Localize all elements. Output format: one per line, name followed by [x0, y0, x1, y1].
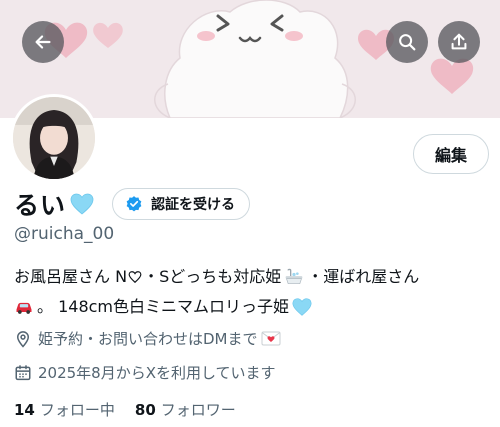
get-verified-label: 認証を受ける [151, 197, 236, 213]
love-letter-icon [261, 331, 281, 346]
following-label: フォロー中 [39, 401, 115, 419]
followers-label: フォロワー [160, 401, 236, 419]
name-row: るい 認証を受ける [14, 186, 251, 222]
share-button[interactable] [438, 21, 480, 63]
display-name: るい [14, 191, 67, 220]
light-blue-heart-icon [292, 297, 312, 317]
bio-text-1c: ・運ばれ屋さん [307, 267, 420, 286]
share-icon [451, 33, 467, 50]
joined-date-row: 2025年8月からXを利用しています [14, 362, 276, 383]
avatar[interactable] [10, 94, 98, 182]
bio-text-2a: 。 148cm色白ミニマムロリっ子姫 [37, 297, 290, 316]
followers-count: 80 [134, 400, 156, 419]
edit-profile-button[interactable]: 編集 [413, 134, 489, 174]
bio-text-1a: お風呂屋さん N [14, 267, 128, 286]
following-count: 14 [14, 400, 35, 419]
get-verified-button[interactable]: 認証を受ける [112, 188, 251, 220]
bio-line-1: お風呂屋さん N ・Sどっちも対応姫 ・運ばれ屋さん [14, 262, 490, 292]
follow-stats: 14 フォロー中 80 フォロワー [14, 399, 236, 420]
bio-line-2: 。 148cm色白ミニマムロリっ子姫 [14, 292, 490, 322]
search-button[interactable] [386, 21, 428, 63]
joined-date-text: 2025年8月からXを利用しています [38, 364, 276, 382]
verified-badge-icon [126, 196, 142, 212]
location-text: 姫予約・お問い合わせはDMまで [38, 330, 258, 348]
followers-link[interactable]: 80 フォロワー [135, 399, 236, 420]
heart-outline-icon [128, 270, 142, 284]
calendar-icon [14, 364, 32, 382]
edit-profile-label: 編集 [434, 146, 467, 165]
bathtub-icon [284, 267, 304, 287]
arrow-left-icon [35, 35, 51, 49]
profile-bio: お風呂屋さん N ・Sどっちも対応姫 ・運ばれ屋さん 。 148cm色白ミニマム… [14, 262, 490, 322]
red-car-icon [14, 297, 34, 317]
location-row: 姫予約・お問い合わせはDMまで [14, 328, 281, 349]
bio-text-1b: ・Sどっちも対応姫 [143, 267, 282, 286]
following-link[interactable]: 14 フォロー中 [14, 399, 115, 420]
search-icon [399, 34, 416, 51]
light-blue-heart-icon [70, 193, 94, 215]
avatar-photo [13, 97, 95, 179]
location-pin-icon [14, 330, 32, 348]
user-handle: @ruicha_00 [14, 224, 115, 244]
back-button[interactable] [22, 21, 64, 63]
